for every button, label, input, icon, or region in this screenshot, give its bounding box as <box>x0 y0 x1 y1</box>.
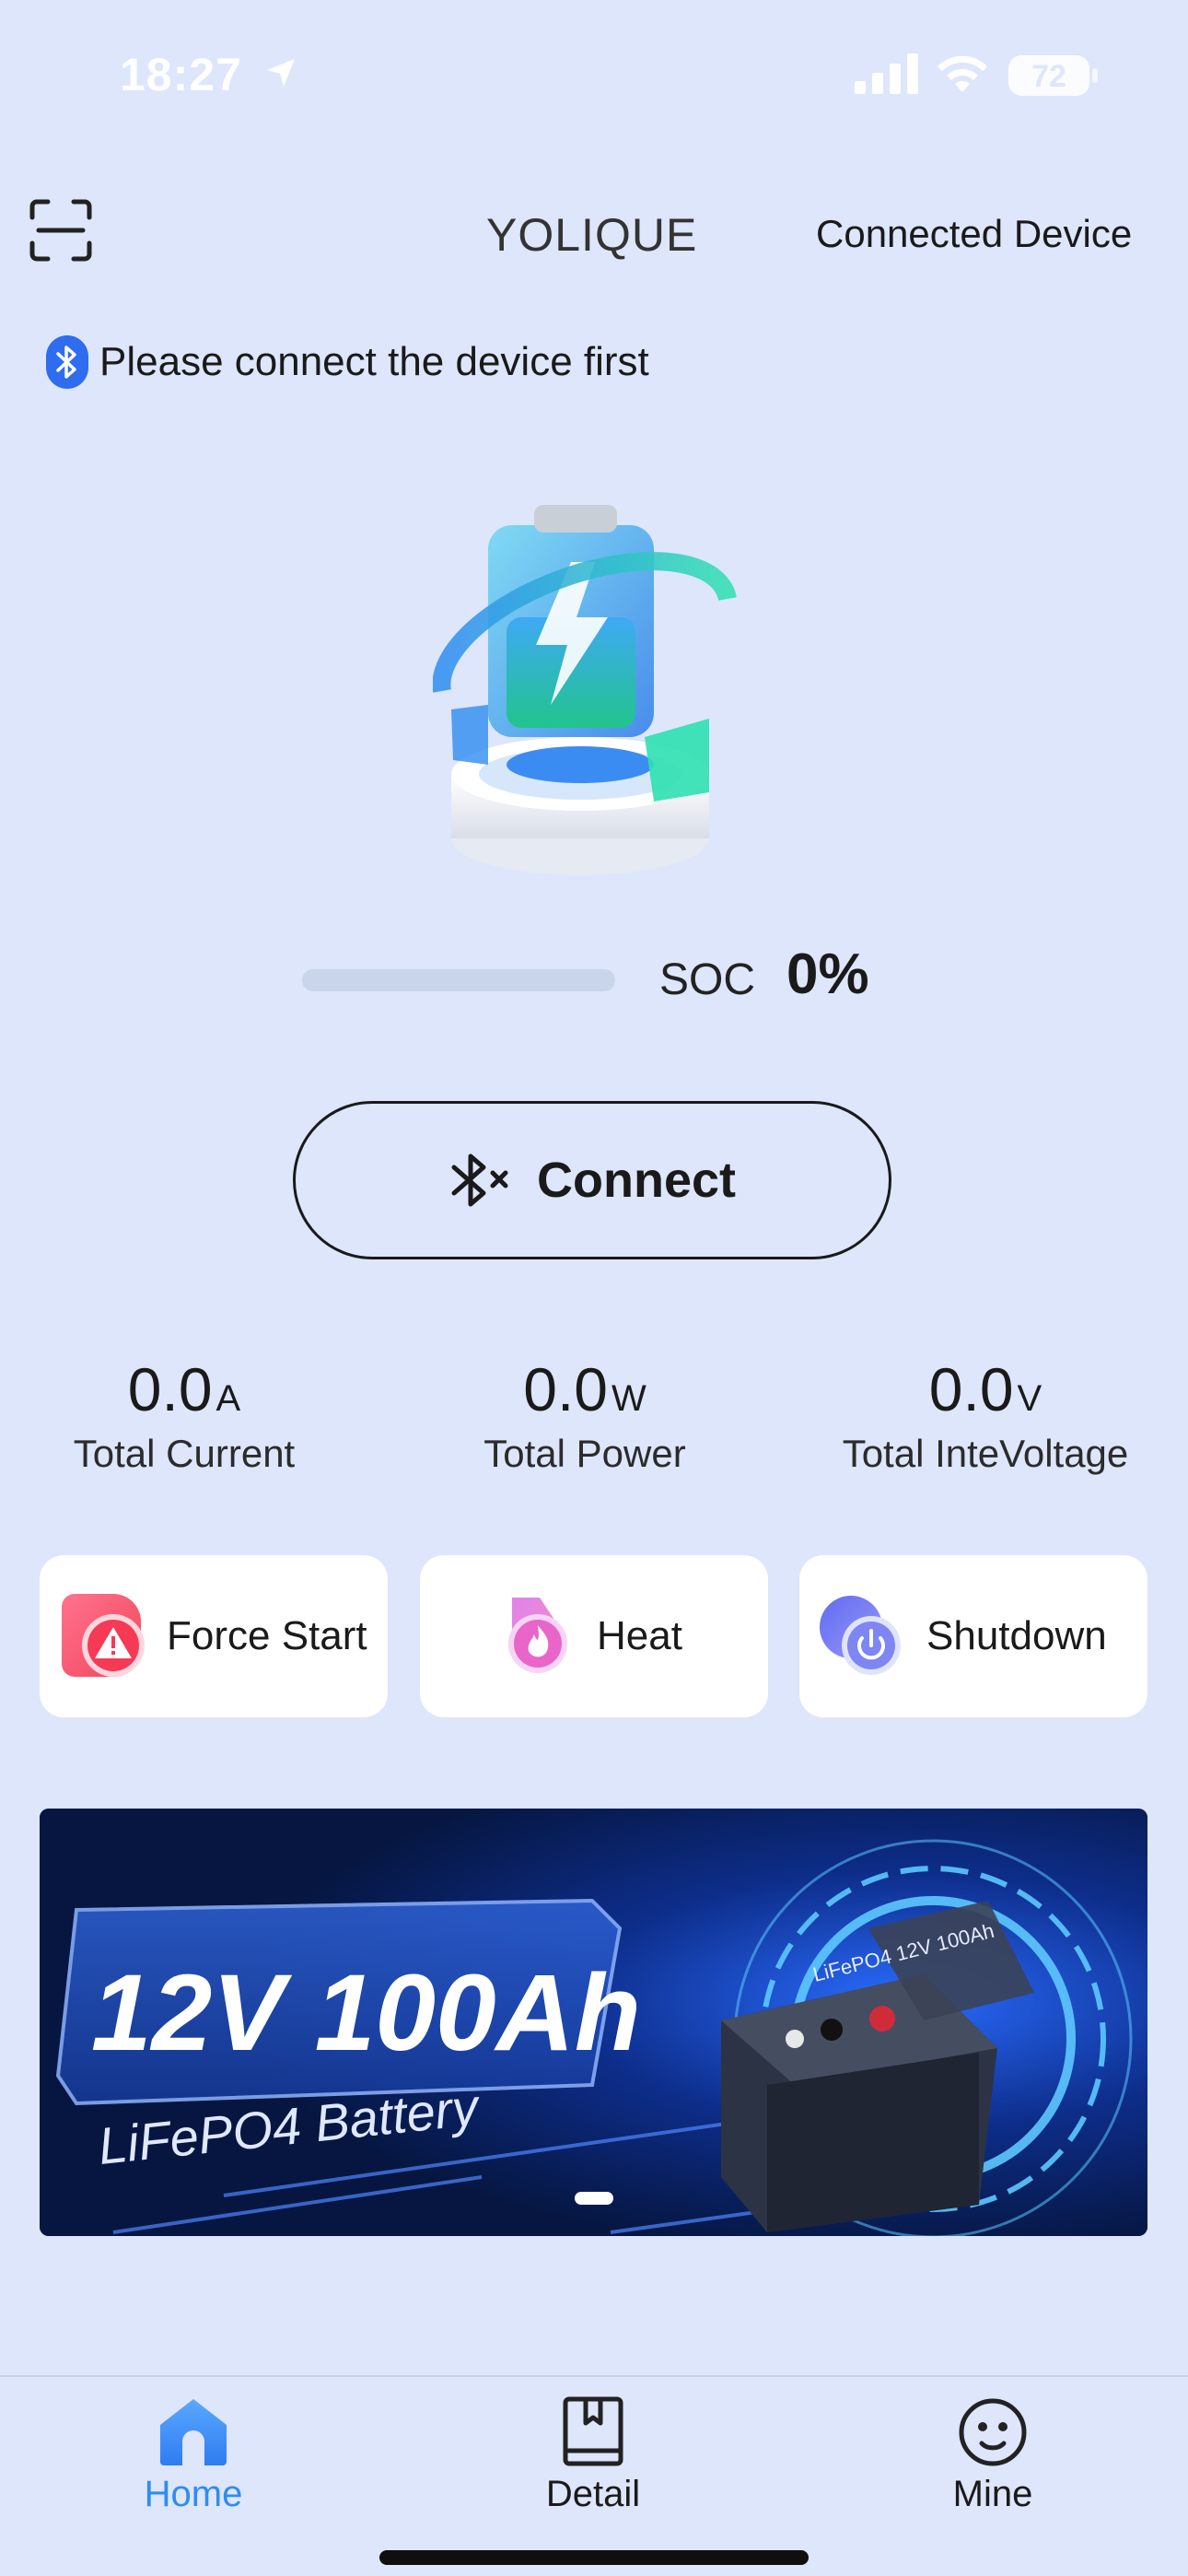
banner-headline: 12V 100Ah <box>91 1952 641 2074</box>
connect-button-label: Connect <box>537 1153 736 1208</box>
heat-button[interactable]: Heat <box>420 1555 768 1717</box>
connected-device-link[interactable]: Connected Device <box>816 212 1132 256</box>
metric-value: 0.0 <box>928 1355 1014 1423</box>
tab-home[interactable]: Home <box>92 2395 295 2515</box>
shutdown-label: Shutdown <box>926 1613 1107 1658</box>
home-indicator <box>379 2550 809 2565</box>
warning-icon <box>62 1594 145 1677</box>
status-time: 18:27 <box>120 49 242 100</box>
flame-icon <box>508 1598 567 1673</box>
battery-illustration <box>433 505 737 875</box>
metric-label: Total InteVoltage <box>842 1432 1129 1475</box>
soc-progress-bar <box>302 969 615 991</box>
tab-detail[interactable]: Detail <box>492 2395 694 2515</box>
bluetooth-icon <box>46 335 88 389</box>
bluetooth-notice: Please connect the device first <box>46 335 649 389</box>
battery-level: 72 <box>1031 59 1066 94</box>
tab-mine[interactable]: Mine <box>891 2395 1094 2515</box>
shutdown-button[interactable]: Shutdown <box>799 1555 1147 1717</box>
carousel-indicator[interactable] <box>575 2192 613 2205</box>
force-start-button[interactable]: Force Start <box>40 1555 388 1717</box>
tab-detail-label: Detail <box>545 2474 641 2514</box>
heat-label: Heat <box>597 1613 682 1658</box>
banner-artwork: 12V 100Ah LiFePO4 Battery LiFePO4 12V 10… <box>40 1809 1147 2236</box>
power-icon <box>820 1596 901 1675</box>
location-arrow-icon <box>267 59 295 87</box>
force-start-label: Force Start <box>167 1613 367 1658</box>
metric-unit: W <box>611 1378 646 1419</box>
metric-unit: A <box>215 1378 241 1419</box>
app-title: YOLIQUE <box>486 209 698 261</box>
book-icon <box>563 2396 623 2466</box>
metric-label: Total Power <box>483 1432 686 1475</box>
soc-label: SOC <box>659 955 756 1004</box>
metric-value: 0.0 <box>127 1355 213 1423</box>
battery-tip <box>1092 68 1098 83</box>
metric-label: Total Current <box>73 1432 296 1475</box>
smiley-icon <box>959 2398 1027 2466</box>
soc-value: 0% <box>786 943 869 1006</box>
bluetooth-notice-text: Please connect the device first <box>99 339 649 384</box>
connect-button[interactable]: Connect <box>293 1101 891 1259</box>
metric-total-current: 0.0 A Total Current <box>0 1354 382 1476</box>
bluetooth-disabled-icon <box>451 1153 508 1207</box>
metric-total-intevoltage: 0.0 V Total InteVoltage <box>787 1354 1183 1476</box>
home-icon <box>160 2399 227 2465</box>
tab-home-label: Home <box>144 2474 243 2514</box>
wifi-icon <box>938 55 987 92</box>
cellular-signal-icon <box>855 53 918 94</box>
metric-unit: V <box>1017 1378 1042 1419</box>
scan-icon[interactable] <box>29 199 92 262</box>
promo-banner[interactable]: 12V 100Ah LiFePO4 Battery LiFePO4 12V 10… <box>40 1809 1147 2236</box>
metric-value: 0.0 <box>523 1355 608 1423</box>
tab-mine-label: Mine <box>952 2474 1033 2514</box>
battery-indicator: 72 <box>1008 55 1089 96</box>
tabbar-divider <box>0 2375 1188 2377</box>
metric-total-power: 0.0 W Total Power <box>387 1354 783 1476</box>
